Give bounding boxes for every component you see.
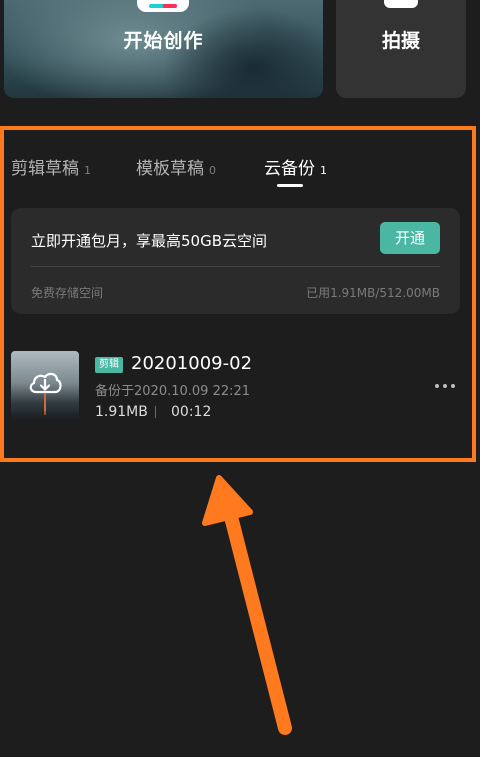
pointer-arrow-icon: [202, 475, 292, 735]
